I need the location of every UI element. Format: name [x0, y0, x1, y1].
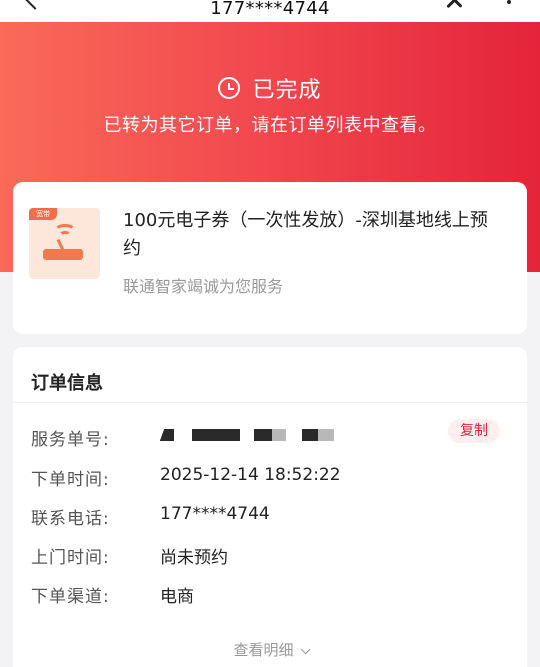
row-label: 服务单号: — [31, 430, 110, 450]
product-subtitle: 联通智家竭诚为您服务 — [123, 277, 284, 296]
order-info-header: 订单信息 — [13, 347, 527, 403]
thumb-tag: 宽带 — [29, 208, 57, 220]
order-info-title: 订单信息 — [31, 373, 103, 394]
order-row-phone: 联系电话: 177****4744 — [13, 504, 527, 529]
copy-button[interactable]: 复制 — [448, 419, 500, 443]
view-details-link[interactable]: 查看明细 — [13, 639, 527, 660]
view-details-label: 查看明细 — [233, 641, 294, 659]
row-value: 尚未预约 — [160, 548, 228, 568]
close-icon[interactable] — [444, 0, 464, 12]
row-label: 下单渠道: — [31, 587, 110, 607]
status-title: 已完成 — [252, 78, 322, 103]
status-line: 已完成 — [0, 72, 540, 104]
product-title: 100元电子券（一次性发放）-深圳基地线上预约 — [123, 210, 488, 259]
row-label: 下单时间: — [31, 470, 110, 490]
order-row-channel: 下单渠道: 电商 — [13, 582, 527, 607]
row-value: 177****4744 — [160, 504, 270, 524]
product-card[interactable]: 宽带 100元电子券（一次性发放）-深圳基地线上预约 联通智家竭诚为您服务 — [13, 182, 527, 334]
order-info-card: 订单信息 服务单号: 复制 下单时间: 2025-12-14 18:52:22 … — [13, 347, 527, 667]
row-label: 上门时间: — [31, 548, 110, 568]
row-value: 2025-12-14 18:52:22 — [160, 465, 341, 485]
clock-icon — [218, 77, 241, 99]
top-nav-bar: 177****4744 — [0, 0, 540, 22]
product-thumbnail: 宽带 — [29, 208, 100, 279]
chevron-down-icon — [300, 644, 311, 655]
order-row-order-time: 下单时间: 2025-12-14 18:52:22 — [13, 465, 527, 490]
order-row-visit-time: 上门时间: 尚未预约 — [13, 543, 527, 568]
masked-service-number — [159, 429, 340, 443]
row-value: 电商 — [160, 587, 194, 607]
order-row-service-number: 服务单号: 复制 — [13, 419, 527, 450]
more-icon[interactable] — [507, 0, 511, 4]
row-label: 联系电话: — [31, 509, 110, 529]
router-icon — [41, 222, 87, 266]
status-subtitle: 已转为其它订单，请在订单列表中查看。 — [103, 115, 437, 136]
